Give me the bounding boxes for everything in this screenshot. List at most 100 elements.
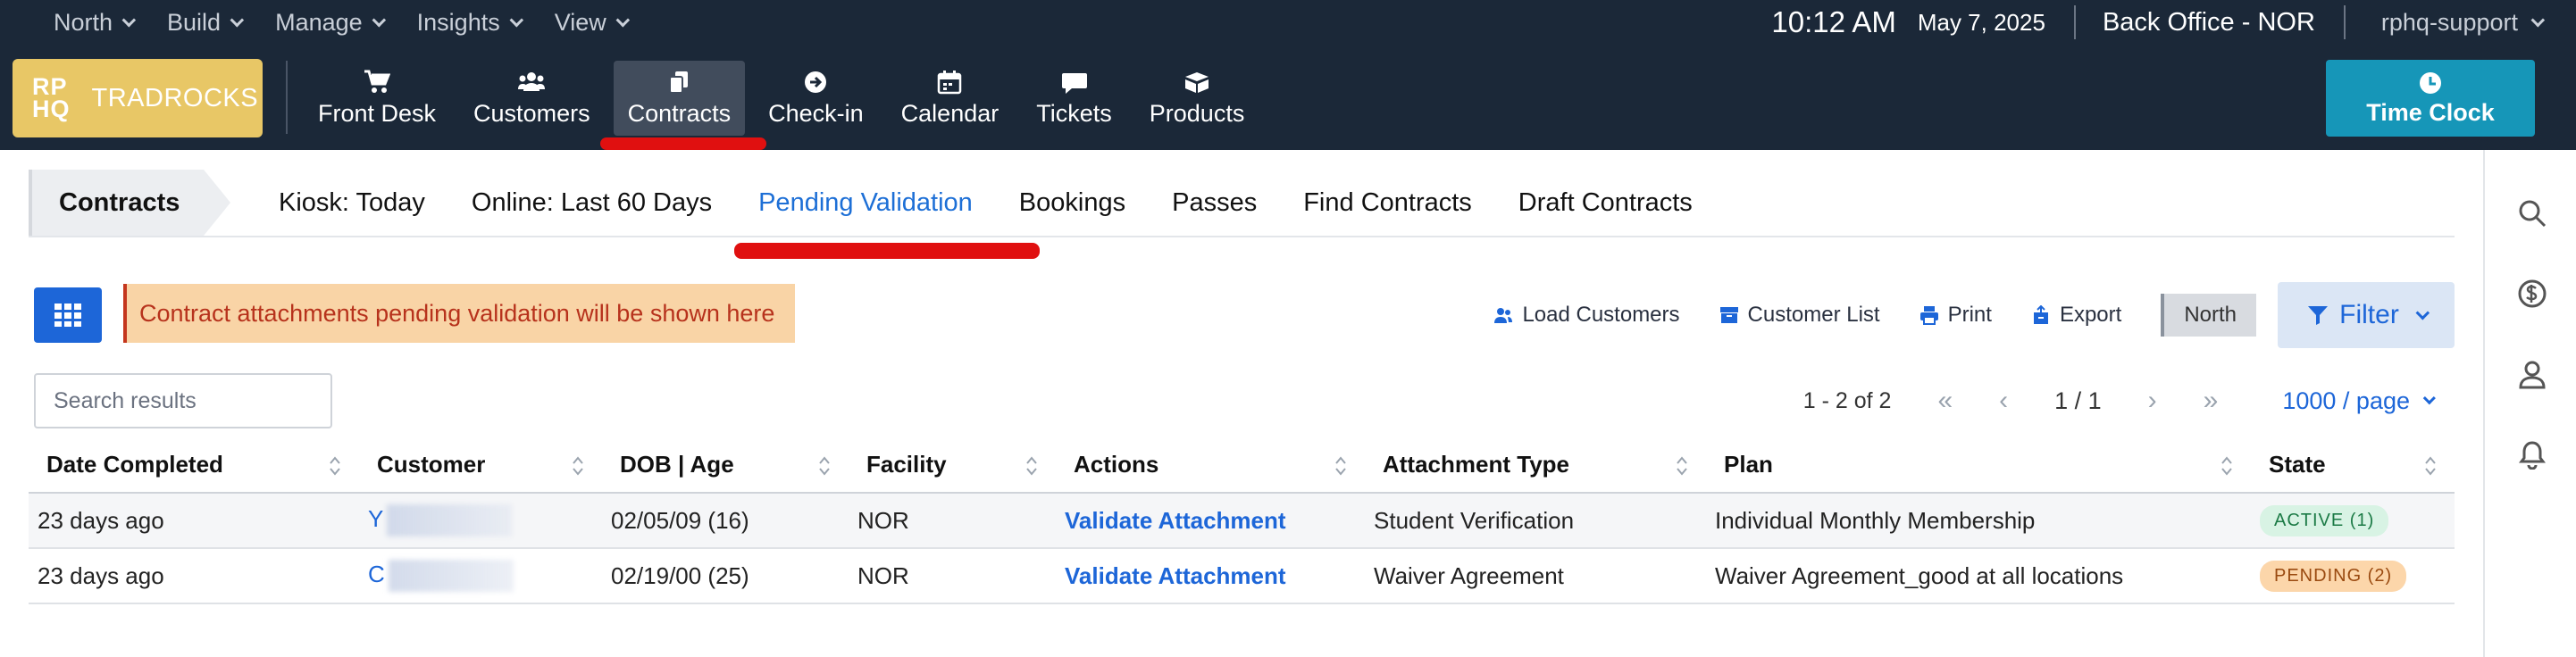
first-page-button[interactable]: « (1937, 386, 1953, 416)
calendar-icon (938, 70, 962, 94)
page-size-select[interactable]: 1000 / page (2282, 387, 2436, 415)
next-page-button[interactable]: › (2148, 386, 2157, 416)
top-menu-label: Build (167, 8, 222, 36)
dob-age-cell: 02/05/09 (16) (602, 493, 849, 549)
annotation-underline (600, 137, 766, 150)
export-button[interactable]: Export (2031, 303, 2121, 328)
column-header[interactable]: State (2251, 437, 2455, 494)
nav-check-in[interactable]: Check-in (754, 61, 878, 136)
tab-bookings[interactable]: Bookings (1019, 188, 1125, 218)
column-label: Date Completed (46, 451, 223, 478)
table-row: 23 days ago C 02/19/00 (25) NOR Validate… (29, 548, 2455, 604)
top-menu-north[interactable]: North (36, 0, 149, 45)
column-label: Facility (866, 451, 947, 478)
dollar-icon[interactable] (2517, 279, 2547, 309)
nav-label: Front Desk (318, 99, 437, 127)
customer-cell[interactable]: C (359, 548, 602, 604)
column-label: Plan (1724, 451, 1773, 478)
load-customers-button[interactable]: Load Customers (1493, 303, 1680, 328)
bell-icon[interactable] (2517, 439, 2547, 470)
location-label: Back Office - NOR (2102, 7, 2315, 37)
tab-find-contracts[interactable]: Find Contracts (1303, 188, 1472, 218)
chevron-down-icon (615, 12, 630, 27)
contracts-subnav: Contracts Kiosk: Today Online: Last 60 D… (29, 170, 2455, 237)
tab-online-last-60-days[interactable]: Online: Last 60 Days (472, 188, 712, 218)
customer-link[interactable]: C (368, 561, 385, 587)
nav-tickets[interactable]: Tickets (1022, 61, 1126, 136)
tab-pending-validation[interactable]: Pending Validation (758, 188, 973, 218)
status-badge: ACTIVE (1) (2260, 505, 2389, 536)
chevron-down-icon (372, 12, 386, 27)
redacted-name (388, 560, 514, 592)
chevron-down-icon (121, 12, 137, 27)
search-icon[interactable] (2517, 198, 2547, 229)
top-menu-view[interactable]: View (537, 0, 643, 45)
customer-link[interactable]: Y (368, 505, 383, 532)
column-label: Customer (377, 451, 486, 478)
page-size-label: 1000 / page (2282, 387, 2410, 414)
grid-view-button[interactable] (34, 287, 102, 343)
breadcrumb[interactable]: Contracts (29, 170, 230, 236)
validate-attachment-link[interactable]: Validate Attachment (1065, 562, 1286, 589)
column-header[interactable]: Customer (359, 437, 602, 494)
top-menu-bar: North Build Manage Insights View 10:12 A… (0, 0, 2576, 45)
user-menu[interactable]: rphq-support (2346, 9, 2576, 37)
brand-logo[interactable]: RP HQ TRADROCKS (13, 59, 263, 137)
column-header[interactable]: Actions (1056, 437, 1365, 494)
top-menu-insights[interactable]: Insights (399, 0, 537, 45)
printer-icon (1919, 306, 1938, 325)
column-header[interactable]: Date Completed (29, 437, 359, 494)
nav-items: Front Desk Customers Contracts Check-in … (304, 61, 1267, 136)
customer-list-label: Customer List (1747, 303, 1880, 327)
column-header[interactable]: Plan (1706, 437, 2251, 494)
user-icon[interactable] (2517, 359, 2547, 389)
chevron-down-icon (2415, 305, 2430, 320)
top-menu-manage[interactable]: Manage (257, 0, 399, 45)
nav-contracts[interactable]: Contracts (613, 61, 746, 136)
nav-front-desk[interactable]: Front Desk (304, 61, 450, 136)
nav-products[interactable]: Products (1135, 61, 1259, 136)
brand-name: TRADROCKS (91, 83, 259, 112)
customer-list-button[interactable]: Customer List (1719, 303, 1880, 328)
column-header[interactable]: Facility (849, 437, 1056, 494)
column-header[interactable]: DOB | Age (602, 437, 849, 494)
info-alert: Contract attachments pending validation … (123, 284, 795, 343)
user-name: rphq-support (2380, 8, 2518, 36)
customer-cell[interactable]: Y (359, 493, 602, 549)
time-clock-button[interactable]: Time Clock (2326, 60, 2535, 137)
top-menu: North Build Manage Insights View (0, 0, 643, 45)
column-header[interactable]: Attachment Type (1365, 437, 1706, 494)
tab-passes[interactable]: Passes (1172, 188, 1257, 218)
search-input[interactable] (34, 373, 332, 428)
sort-icon (819, 456, 830, 476)
plan-cell: Waiver Agreement_good at all locations (1706, 548, 2251, 604)
validate-attachment-link[interactable]: Validate Attachment (1065, 507, 1286, 534)
sort-icon (573, 456, 583, 476)
nav-label: Customers (473, 99, 590, 127)
export-label: Export (2059, 303, 2122, 327)
tab-kiosk-today[interactable]: Kiosk: Today (279, 188, 425, 218)
nav-label: Check-in (768, 99, 864, 127)
chevron-down-icon (2530, 12, 2546, 27)
nav-customers[interactable]: Customers (459, 61, 605, 136)
nav-calendar[interactable]: Calendar (887, 61, 1014, 136)
nav-label: Products (1149, 99, 1245, 127)
archive-icon (1719, 307, 1738, 323)
chevron-down-icon (509, 12, 523, 27)
load-customers-label: Load Customers (1522, 303, 1680, 327)
tab-draft-contracts[interactable]: Draft Contracts (1518, 188, 1693, 218)
export-icon (2033, 305, 2048, 324)
last-page-button[interactable]: » (2204, 386, 2219, 416)
nav-label: Tickets (1036, 99, 1112, 127)
chevron-down-icon (230, 12, 245, 27)
result-count: 1 - 2 of 2 (1802, 387, 1892, 413)
filter-button[interactable]: Filter (2278, 282, 2455, 348)
column-label: Attachment Type (1383, 451, 1569, 478)
column-label: Actions (1074, 451, 1159, 478)
sort-icon (330, 456, 340, 476)
prev-page-button[interactable]: ‹ (1999, 386, 2008, 416)
print-button[interactable]: Print (1919, 303, 1992, 328)
sort-icon (1026, 456, 1037, 476)
arrow-circle-icon (805, 71, 827, 93)
top-menu-build[interactable]: Build (149, 0, 257, 45)
